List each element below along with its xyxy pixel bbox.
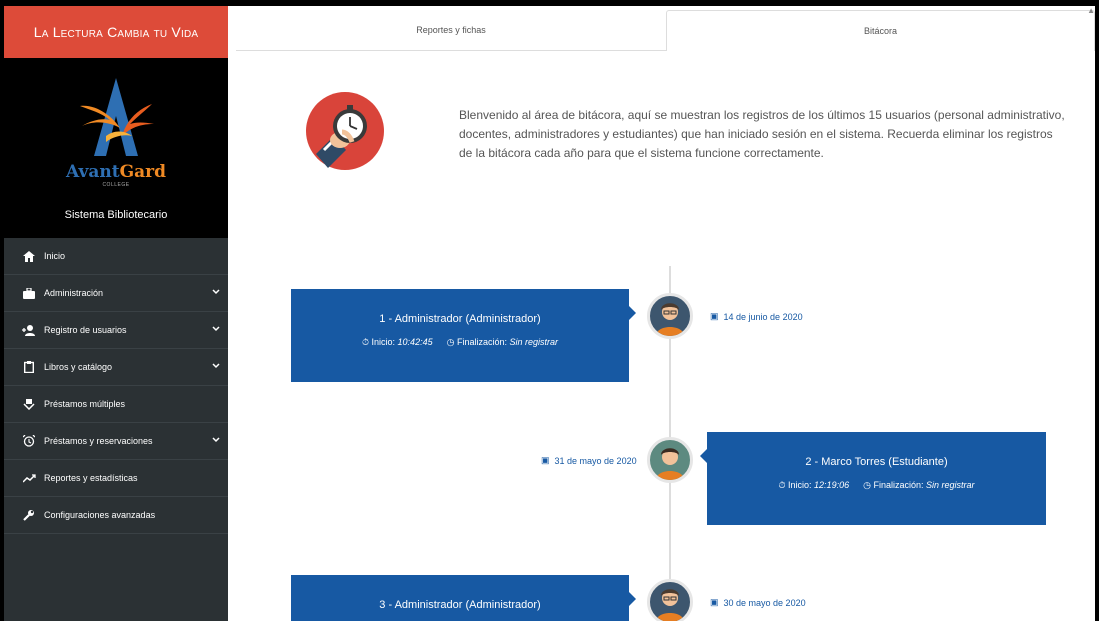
card-pointer <box>700 449 707 463</box>
sidebar-item-label: Configuraciones avanzadas <box>44 510 156 520</box>
sidebar-nav: Inicio Administración Registro de usuari… <box>4 238 228 534</box>
calendar-icon: ▣ <box>541 455 550 465</box>
timeline-date: ▣ 31 de mayo de 2020 <box>541 455 637 466</box>
tab-bitacora[interactable]: Bitácora <box>666 10 1095 51</box>
sidebar-item-reportes-estadisticas[interactable]: Reportes y estadísticas <box>4 460 228 497</box>
user-avatar-icon <box>656 303 684 336</box>
calendar-icon: ▣ <box>710 597 719 607</box>
logo-word-avant: Avant <box>66 162 120 182</box>
card-pointer <box>629 592 636 606</box>
start-value: 12:19:06 <box>814 480 850 490</box>
end-value: Sin registrar <box>509 337 559 347</box>
date-text: 30 de mayo de 2020 <box>723 597 806 608</box>
start-value: 10:42:45 <box>397 337 433 347</box>
tab-label: Bitácora <box>863 26 898 36</box>
chevron-down-icon <box>212 287 220 297</box>
logo-wordmark: AvantGard <box>4 162 228 182</box>
logo-area: AvantGard COLLEGE Sistema Bibliotecario <box>4 58 228 238</box>
sidebar-item-label: Préstamos y reservaciones <box>44 436 153 446</box>
avatar <box>647 579 693 621</box>
timeline-date: ▣ 30 de mayo de 2020 <box>710 597 806 608</box>
user-avatar-icon <box>656 448 684 480</box>
timeline-entry-times: ⏱ Inicio: 12:19:06 ◷ Finalización: Sin r… <box>707 480 1046 491</box>
start-time: ⏱ Inicio: 12:19:06 <box>778 480 849 491</box>
sidebar-item-label: Libros y catálogo <box>44 362 113 372</box>
sidebar-item-label: Inicio <box>44 251 66 261</box>
sidebar-item-inicio[interactable]: Inicio <box>4 238 228 275</box>
app-window: La Lectura Cambia tu Vida AvantGard COLL… <box>4 6 1095 621</box>
logo-word-gard: Gard <box>119 162 166 182</box>
brand-bar[interactable]: La Lectura Cambia tu Vida <box>4 6 228 58</box>
sidebar-item-configuraciones[interactable]: Configuraciones avanzadas <box>4 497 228 534</box>
logo-subtitle: COLLEGE <box>102 182 130 188</box>
end-time: ◷ Finalización: Sin registrar <box>447 337 558 348</box>
calendar-icon: ▣ <box>710 311 719 321</box>
chevron-down-icon <box>212 324 220 334</box>
timeline-entry-times: ⏱ Inicio: 10:42:45 ◷ Finalización: Sin r… <box>291 337 629 348</box>
system-name: Sistema Bibliotecario <box>64 209 168 221</box>
sidebar-item-prestamos-multiples[interactable]: Préstamos múltiples <box>4 386 228 423</box>
avantgard-logo-icon <box>80 78 154 156</box>
sidebar-item-label: Administración <box>44 288 104 298</box>
end-value: Sin registrar <box>926 480 975 490</box>
avatar <box>647 293 693 339</box>
tab-label: Reportes y fichas <box>416 25 486 35</box>
scrollbar-up-arrow[interactable]: ▲ <box>1087 6 1095 15</box>
chevron-down-icon <box>212 361 220 371</box>
stopwatch-small-icon: ⏱ <box>361 337 369 347</box>
tab-reportes-fichas[interactable]: Reportes y fichas <box>236 10 666 51</box>
chevron-down-icon <box>212 435 220 445</box>
brand-title: La Lectura Cambia tu Vida <box>33 24 199 40</box>
clock-icon: ◷ <box>863 480 871 490</box>
sidebar-item-label: Reportes y estadísticas <box>44 473 138 483</box>
intro-text: Blenvenido al área de bitácora, aquí se … <box>459 108 1065 160</box>
trend-icon <box>22 471 36 485</box>
wrench-icon <box>22 508 36 522</box>
sidebar-item-libros-catalogo[interactable]: Libros y catálogo <box>4 349 228 386</box>
timeline-card: 3 - Administrador (Administrador) <box>291 575 636 621</box>
sidebar-item-administracion[interactable]: Administración <box>4 275 228 312</box>
home-icon <box>22 249 36 263</box>
timeline-entry-title: 1 - Administrador (Administrador) <box>379 313 541 325</box>
start-label: Inicio: <box>371 337 396 347</box>
timeline-date: ▣ 14 de junio de 2020 <box>710 311 803 322</box>
alarm-clock-icon <box>22 434 36 448</box>
start-label: Inicio: <box>788 480 812 490</box>
avatar <box>647 437 693 483</box>
timeline-card: 1 - Administrador (Administrador) ⏱ Inic… <box>291 289 636 382</box>
date-text: 31 de mayo de 2020 <box>554 455 637 466</box>
stopwatch-small-icon: ⏱ <box>778 480 786 490</box>
end-time: ◷ Finalización: Sin registrar <box>863 480 974 491</box>
tab-bar: Reportes y fichas Bitácora <box>228 6 1095 52</box>
sidebar: La Lectura Cambia tu Vida AvantGard COLL… <box>4 6 228 621</box>
timeline-card: 2 - Marco Torres (Estudiante) ⏱ Inicio: … <box>700 432 1046 525</box>
card-pointer <box>629 306 636 320</box>
stopwatch-icon <box>306 92 384 170</box>
briefcase-icon <box>22 286 36 300</box>
timeline-entry-title: 3 - Administrador (Administrador) <box>379 599 541 611</box>
sidebar-item-label: Registro de usuarios <box>44 325 127 335</box>
start-time: ⏱ Inicio: 10:42:45 <box>362 337 433 348</box>
sidebar-item-label: Préstamos múltiples <box>44 399 126 409</box>
bitacora-panel: Blenvenido al área de bitácora, aquí se … <box>228 52 1095 621</box>
clipboard-icon <box>22 360 36 374</box>
sidebar-item-prestamos-reservaciones[interactable]: Préstamos y reservaciones <box>4 423 228 460</box>
end-label: Finalización: <box>456 337 507 347</box>
user-avatar-icon <box>656 589 684 621</box>
sidebar-item-registro-usuarios[interactable]: Registro de usuarios <box>4 312 228 349</box>
dolly-icon <box>22 397 36 411</box>
end-label: Finalización: <box>873 480 924 490</box>
clock-icon: ◷ <box>446 337 455 347</box>
timeline-entry-title: 2 - Marco Torres (Estudiante) <box>805 456 948 468</box>
user-add-icon <box>22 323 36 337</box>
date-text: 14 de junio de 2020 <box>723 311 803 322</box>
